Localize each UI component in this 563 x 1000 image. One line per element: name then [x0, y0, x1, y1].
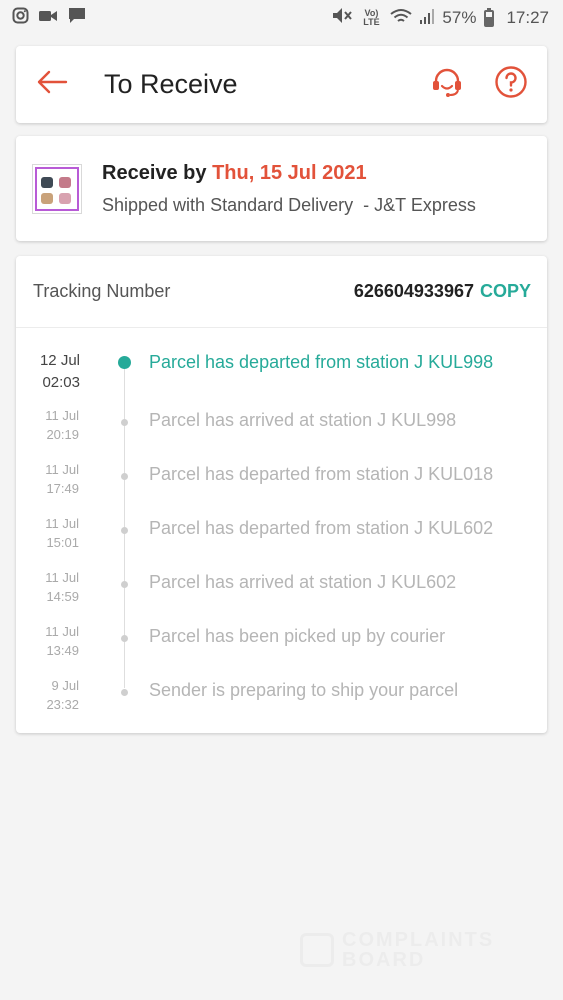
timeline-dot-icon — [121, 635, 128, 642]
tracking-card: Tracking Number 626604933967 COPY 12 Jul… — [16, 256, 547, 733]
battery-icon — [484, 7, 495, 27]
wifi-icon — [390, 8, 413, 29]
event-date: 11 Jul — [45, 462, 79, 477]
event-description: Parcel has departed from station J KUL99… — [149, 352, 494, 372]
tracking-event: 11 Jul 15:01 Parcel has departed from stat… — [16, 510, 547, 564]
event-time: 15:01 — [46, 535, 79, 550]
video-icon — [39, 8, 58, 28]
event-timestamp: 12 Jul 02:03 — [16, 350, 80, 394]
tracking-number-row: Tracking Number 626604933967 COPY — [16, 256, 547, 328]
event-description: Parcel has arrived at station J KUL602 — [149, 572, 457, 592]
battery-percent: 57% — [442, 8, 477, 27]
event-timestamp: 11 Jul 15:01 — [16, 514, 79, 552]
estimated-delivery: Receive by Thu, 15 Jul 2021 — [102, 161, 367, 184]
timeline-dot-icon — [121, 689, 128, 696]
mute-icon — [332, 7, 353, 29]
timeline-dot-icon — [121, 419, 128, 426]
signal-icon — [420, 8, 435, 29]
tracking-event: 11 Jul 13:49 Parcel has been picked up by … — [16, 618, 547, 672]
chat-icon — [68, 7, 86, 29]
event-description: Parcel has departed from station J KUL60… — [149, 518, 494, 538]
event-timestamp: 11 Jul 13:49 — [16, 622, 79, 660]
product-thumbnail — [32, 163, 82, 214]
header-bar: To Receive — [16, 46, 547, 123]
support-button[interactable] — [427, 65, 467, 105]
notification-icons — [12, 7, 86, 29]
tracking-event: 12 Jul 02:03 Parcel has departed from stat… — [16, 348, 547, 402]
timeline-dot-icon — [121, 527, 128, 534]
help-icon — [494, 65, 528, 104]
tracking-event: 11 Jul 20:19 Parcel has arrived at station… — [16, 402, 547, 456]
event-time: 23:32 — [46, 697, 79, 712]
event-timestamp: 11 Jul 20:19 — [16, 406, 79, 444]
event-description: Parcel has been picked up by courier — [149, 626, 446, 646]
delivery-summary[interactable]: Receive by Thu, 15 Jul 2021 Shipped with… — [16, 136, 547, 241]
tracking-event: 11 Jul 14:59 Parcel has arrived at station… — [16, 564, 547, 618]
event-timestamp: 9 Jul 23:32 — [16, 676, 79, 714]
event-description: Parcel has arrived at station J KUL998 — [149, 410, 457, 430]
tracking-timeline: 12 Jul 02:03 Parcel has departed from stat… — [16, 328, 547, 726]
event-date: 11 Jul — [45, 516, 79, 531]
page-title: To Receive — [104, 69, 238, 99]
event-date: 12 Jul — [39, 352, 80, 369]
shipping-method: Shipped with Standard Delivery - J&T Exp… — [102, 194, 476, 215]
watermark-logo: COMPLAINTS BOARD — [300, 930, 494, 970]
event-description: Sender is preparing to ship your parcel — [149, 680, 459, 700]
event-timestamp: 11 Jul 17:49 — [16, 460, 79, 498]
event-time: 20:19 — [46, 427, 79, 442]
timeline-dot-icon — [118, 356, 131, 369]
copy-button[interactable]: COPY — [480, 281, 531, 302]
event-time: 14:59 — [46, 589, 79, 604]
support-headset-icon — [430, 65, 464, 104]
status-bar: Vo) LTE 57% 17:27 — [0, 0, 563, 36]
event-date: 11 Jul — [45, 624, 79, 639]
help-button[interactable] — [491, 65, 531, 105]
event-timestamp: 11 Jul 14:59 — [16, 568, 79, 606]
tracking-event: 9 Jul 23:32 Sender is preparing to ship yo… — [16, 672, 547, 726]
event-time: 17:49 — [46, 481, 79, 496]
event-date: 11 Jul — [45, 408, 79, 423]
clock: 17:27 — [506, 8, 549, 27]
receive-date: Thu, 15 Jul 2021 — [212, 161, 367, 184]
delivery-details: Receive by Thu, 15 Jul 2021 Shipped with… — [102, 162, 476, 216]
timeline-dot-icon — [121, 581, 128, 588]
back-arrow-icon — [36, 70, 68, 99]
network-type-label: Vo) LTE — [363, 8, 380, 27]
timeline-dot-icon — [121, 473, 128, 480]
event-date: 9 Jul — [51, 678, 79, 693]
system-status: Vo) LTE 57% 17:27 — [332, 7, 549, 29]
event-description: Parcel has departed from station J KUL01… — [149, 464, 494, 484]
event-time: 02:03 — [42, 374, 80, 391]
tracking-event: 11 Jul 17:49 Parcel has departed from stat… — [16, 456, 547, 510]
event-time: 13:49 — [46, 643, 79, 658]
instagram-icon — [12, 7, 29, 29]
event-date: 11 Jul — [45, 570, 79, 585]
back-button[interactable] — [34, 67, 70, 103]
tracking-number-label: Tracking Number — [33, 281, 171, 301]
tracking-number: 626604933967 — [353, 281, 474, 301]
